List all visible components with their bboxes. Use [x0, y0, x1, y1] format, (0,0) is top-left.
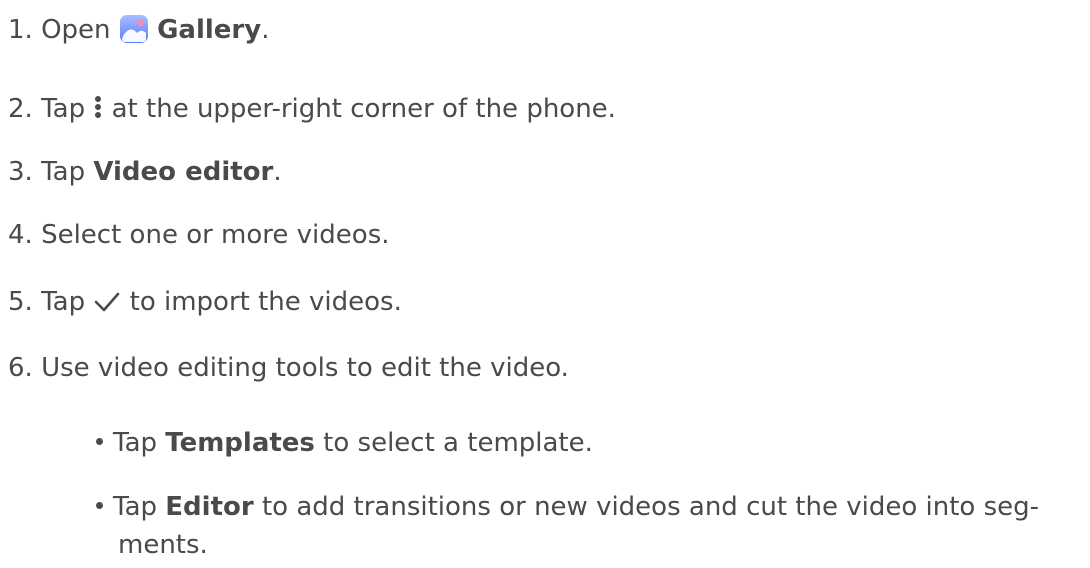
gallery-app-icon [119, 14, 149, 54]
bullet-item-templates: Tap Templates to select a template. [96, 425, 593, 461]
bullet-text-end: to add transitions or new videos and cut… [261, 492, 1040, 522]
step-1: 1. Open Gallery. [8, 12, 269, 48]
step-text: Tap [41, 157, 86, 187]
templates-label: Templates [165, 428, 315, 458]
step-4: 4. Select one or more videos. [8, 217, 390, 253]
step-number: 6. [8, 353, 33, 383]
step-text: Tap [41, 287, 86, 317]
step-6: 6. Use video editing tools to edit the v… [8, 350, 569, 386]
step-text-end: at the upper-right corner of the phone. [111, 94, 616, 124]
bullet-dot [96, 438, 103, 445]
step-5: 5. Tap to import the videos. [8, 284, 402, 320]
step-number: 4. [8, 220, 33, 250]
step-text: Tap [41, 94, 86, 124]
step-2: 2. Tap at the upper-right corner of the … [8, 91, 616, 127]
bullet-text: Tap [113, 428, 158, 458]
bullet-text: Tap [113, 492, 158, 522]
bullet-continuation: ments. [118, 530, 208, 560]
bullet-text-end: to select a template. [323, 428, 593, 458]
more-options-icon [93, 93, 103, 133]
step-3: 3. Tap Video editor. [8, 154, 282, 190]
video-editor-label: Video editor [93, 157, 274, 187]
step-text-end: to import the videos. [129, 287, 402, 317]
step-text: Select one or more videos. [41, 220, 390, 250]
step-number: 3. [8, 157, 33, 187]
step-number: 5. [8, 287, 33, 317]
step-text: Open [41, 15, 111, 45]
gallery-label: Gallery [157, 15, 262, 45]
checkmark-icon [93, 288, 121, 326]
step-text-end: . [273, 157, 282, 187]
step-number: 2. [8, 94, 33, 124]
step-text: Use video editing tools to edit the vide… [41, 353, 569, 383]
bullet-item-editor: Tap Editor to add transitions or new vid… [96, 489, 1039, 525]
bullet-dot [96, 502, 103, 509]
editor-label: Editor [165, 492, 254, 522]
step-number: 1. [8, 15, 33, 45]
step-text-end: . [261, 15, 270, 45]
